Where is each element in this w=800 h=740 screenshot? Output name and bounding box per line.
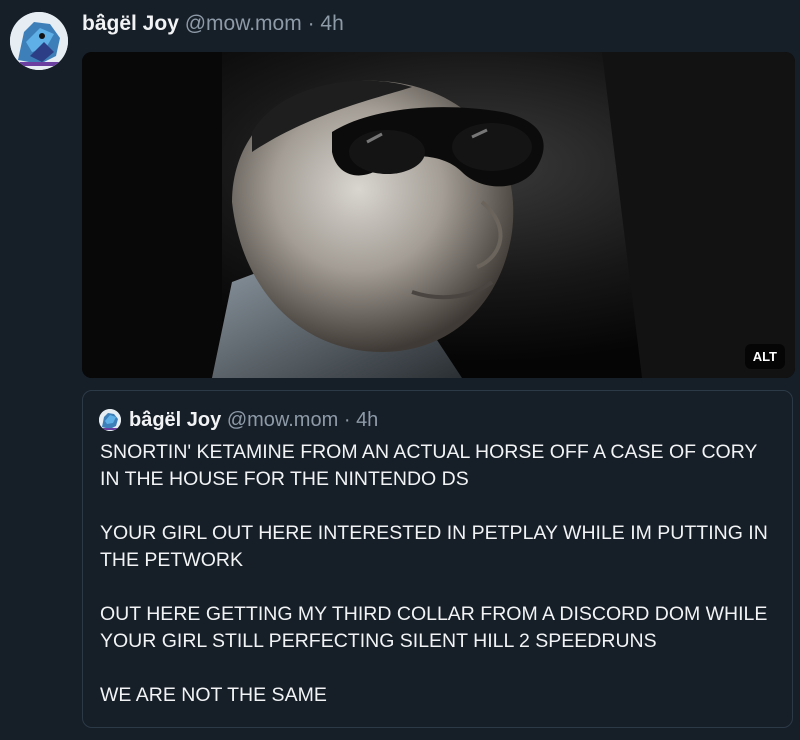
quoted-author-handle[interactable]: @mow.mom	[227, 407, 338, 433]
quoted-paragraph: WE ARE NOT THE SAME	[100, 684, 327, 706]
quoted-paragraph: SNORTIN' KETAMINE FROM AN ACTUAL HORSE O…	[100, 441, 758, 490]
quoted-post-text: SNORTIN' KETAMINE FROM AN ACTUAL HORSE O…	[100, 439, 780, 709]
avatar-image	[10, 12, 68, 70]
alt-text-button[interactable]: ALT	[744, 344, 785, 369]
post-timestamp[interactable]: 4h	[320, 12, 343, 35]
quoted-post-header: bâ̈gël Joy @mow.mom · 4h	[99, 407, 378, 433]
quoted-post[interactable]: bâ̈gël Joy @mow.mom · 4h SNORTIN' KETAMI…	[82, 390, 793, 728]
quoted-header-separator: ·	[343, 409, 351, 431]
quoted-paragraph: OUT HERE GETTING MY THIRD COLLAR FROM A …	[100, 603, 768, 652]
quoted-paragraph: YOUR GIRL OUT HERE INTERESTED IN PETPLAY…	[100, 522, 768, 571]
quoted-post-timestamp[interactable]: 4h	[356, 407, 378, 433]
avatar-image	[99, 409, 121, 431]
post: bâ̈gël Joy @mow.mom · 4h ALT bâ̈gël Joy …	[0, 0, 800, 740]
quoted-author-name[interactable]: bâ̈gël Joy	[129, 407, 221, 433]
header-separator: ·	[307, 12, 315, 35]
quoted-author-avatar[interactable]	[99, 409, 121, 431]
author-name[interactable]: bâ̈gël Joy	[82, 12, 179, 35]
photo-man-sunglasses	[82, 52, 795, 378]
post-header: bâ̈gël Joy @mow.mom · 4h	[82, 10, 344, 38]
author-handle[interactable]: @mow.mom	[185, 12, 302, 35]
post-image[interactable]: ALT	[82, 52, 795, 378]
author-avatar[interactable]	[10, 12, 68, 70]
